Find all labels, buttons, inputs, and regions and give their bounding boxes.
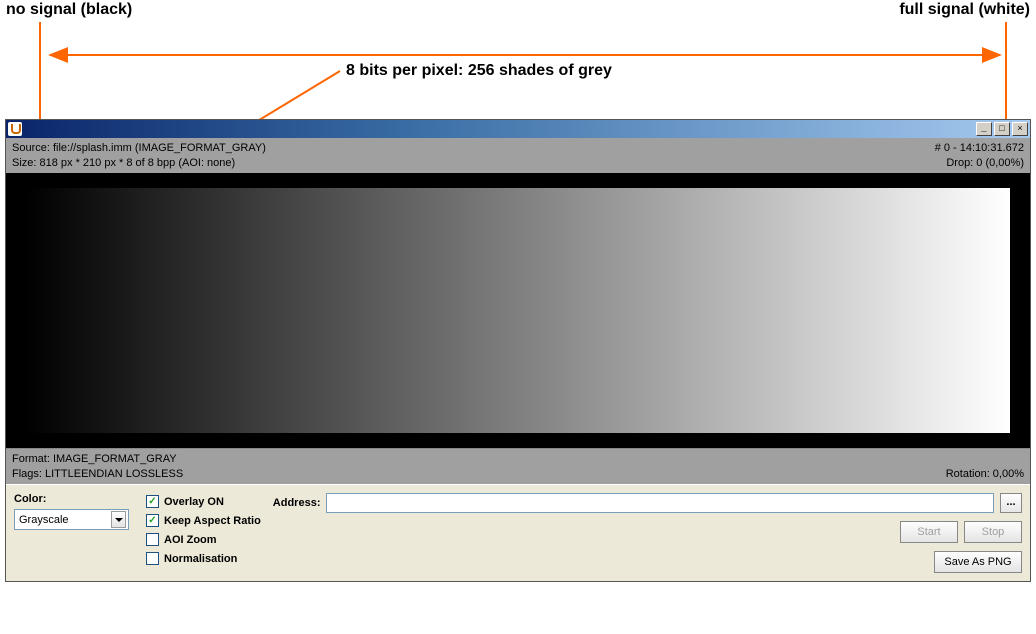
stop-button[interactable]: Stop [964,521,1022,543]
annotation-center: 8 bits per pixel: 256 shades of grey [346,62,612,80]
checkbox-icon: ✓ [146,514,159,527]
annotation-right: full signal (white) [899,1,1030,19]
java-icon [8,122,22,136]
aoi-zoom-label: AOI Zoom [164,534,217,546]
color-dropdown-value: Grayscale [19,514,69,526]
browse-button[interactable]: ... [1000,493,1022,513]
rotation-text: Rotation: 0,00% [946,468,1024,480]
controls-panel: Color: Grayscale ✓ Overlay ON ✓ Keep Asp… [6,484,1030,581]
maximize-button[interactable]: □ [994,122,1010,136]
overlay-checkbox-row[interactable]: ✓ Overlay ON [146,495,261,508]
aoi-zoom-checkbox-row[interactable]: AOI Zoom [146,533,261,546]
chevron-down-icon [111,511,126,528]
frame-text: # 0 - 14:10:31.672 [935,142,1024,154]
checkbox-icon [146,533,159,546]
address-label: Address: [273,497,321,509]
source-text: Source: file://splash.imm (IMAGE_FORMAT_… [12,142,266,154]
minimize-button[interactable]: _ [976,122,992,136]
image-canvas[interactable] [6,173,1030,448]
close-button[interactable]: × [1012,122,1028,136]
info-bar-bottom: Format: IMAGE_FORMAT_GRAY Flags: LITTLEE… [6,448,1030,484]
grayscale-gradient [26,188,1010,433]
overlay-label: Overlay ON [164,496,224,508]
normalisation-label: Normalisation [164,553,237,565]
keep-aspect-label: Keep Aspect Ratio [164,515,261,527]
color-dropdown[interactable]: Grayscale [14,509,129,530]
checkbox-icon [146,552,159,565]
app-window: _ □ × Source: file://splash.imm (IMAGE_F… [5,119,1031,582]
address-input[interactable] [326,493,994,513]
color-label: Color: [14,493,134,505]
titlebar[interactable]: _ □ × [6,120,1030,138]
start-button[interactable]: Start [900,521,958,543]
annotation-left: no signal (black) [6,1,132,19]
normalisation-checkbox-row[interactable]: Normalisation [146,552,261,565]
flags-text: Flags: LITTLEENDIAN LOSSLESS [12,468,183,480]
save-png-button[interactable]: Save As PNG [934,551,1022,573]
format-text: Format: IMAGE_FORMAT_GRAY [12,453,183,465]
size-text: Size: 818 px * 210 px * 8 of 8 bpp (AOI:… [12,157,266,169]
info-bar-top: Source: file://splash.imm (IMAGE_FORMAT_… [6,138,1030,173]
drop-text: Drop: 0 (0,00%) [935,157,1024,169]
keep-aspect-checkbox-row[interactable]: ✓ Keep Aspect Ratio [146,514,261,527]
checkbox-icon: ✓ [146,495,159,508]
